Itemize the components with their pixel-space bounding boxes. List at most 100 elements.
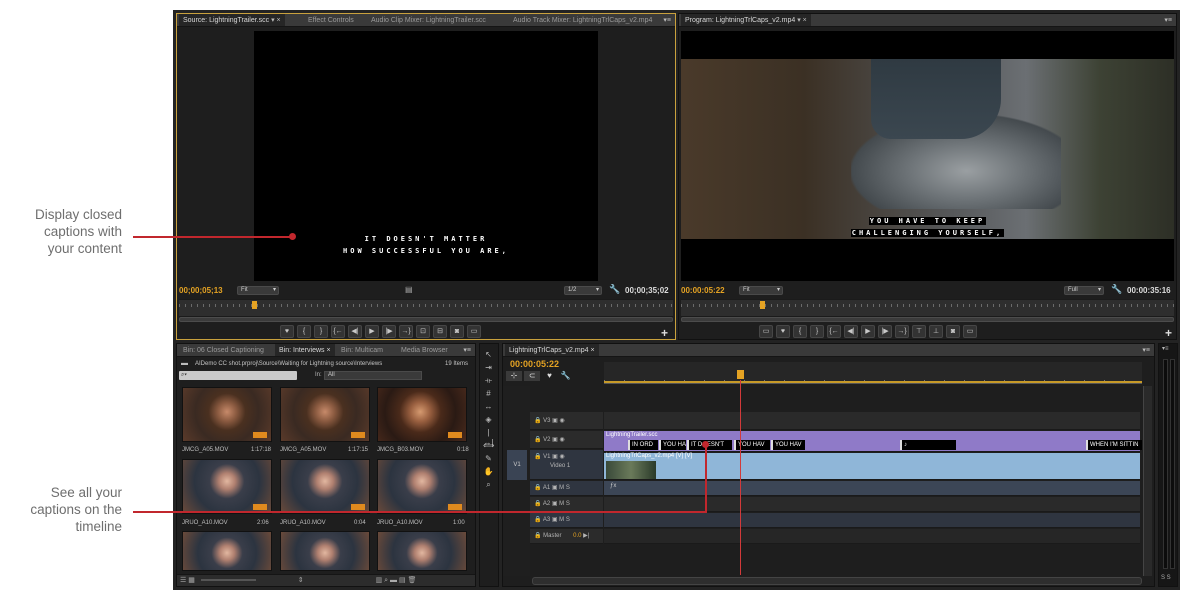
track-select-tool-icon[interactable]: ⇥ <box>483 363 494 373</box>
add-button-icon[interactable]: + <box>661 326 668 339</box>
go-to-out-icon[interactable]: →} <box>895 325 909 338</box>
playhead-icon[interactable] <box>760 301 765 309</box>
mark-out-icon[interactable]: } <box>314 325 328 338</box>
source-timecode[interactable]: 00;00;05;13 <box>179 286 223 295</box>
track-header-a2[interactable]: 🔒 A2 ▣ M S <box>530 497 603 512</box>
caption-block[interactable]: IT DOESN'T <box>687 440 732 450</box>
extract-icon[interactable]: ⊥ <box>929 325 943 338</box>
source-patch-v1[interactable]: V1 <box>507 450 527 480</box>
new-bin-icon[interactable]: ▬ <box>390 577 397 584</box>
clip-thumbnail[interactable] <box>280 531 370 571</box>
tab-media-browser[interactable]: Media Browser <box>397 344 452 356</box>
clip-thumbnail[interactable] <box>377 531 467 571</box>
insert-icon[interactable]: ⊡ <box>416 325 430 338</box>
track-v3[interactable] <box>604 412 1140 430</box>
sort-icon[interactable]: ⇕ <box>298 577 304 584</box>
work-area-bar[interactable] <box>604 381 1142 383</box>
new-item-icon[interactable]: ▤ <box>399 577 406 584</box>
icon-view-icon[interactable]: ▦ <box>188 577 195 584</box>
wrench-icon[interactable]: 🔧 <box>609 284 620 295</box>
track-header-master[interactable]: 🔒 Master 0.0 ▶| <box>530 529 603 544</box>
clip-thumbnail[interactable] <box>182 459 272 514</box>
program-timecode[interactable]: 00:00:05:22 <box>681 286 725 295</box>
tab-sequence[interactable]: LightningTrlCaps_v2.mp4 × <box>505 344 599 356</box>
step-forward-icon[interactable]: |▶ <box>878 325 892 338</box>
zoom-tool-icon[interactable]: ⌕ <box>483 480 494 490</box>
tab-bin-interviews[interactable]: Bin: Interviews × <box>275 344 335 356</box>
film-icon[interactable]: ▤ <box>405 285 413 294</box>
list-view-icon[interactable]: ☰ <box>180 577 186 584</box>
add-marker-icon[interactable]: ♥ <box>776 325 790 338</box>
camera-icon[interactable]: ◙ <box>946 325 960 338</box>
timeline-horizontal-scrollbar[interactable] <box>532 577 1142 585</box>
go-to-in-icon[interactable]: {← <box>331 325 345 338</box>
caption-block[interactable]: ♪ <box>900 440 956 450</box>
track-a1[interactable]: ƒx <box>604 481 1140 496</box>
clip-thumbnail[interactable] <box>280 387 370 442</box>
tab-audio-track-mixer[interactable]: Audio Track Mixer: LightningTrlCaps_v2.m… <box>509 14 656 26</box>
hand-tool-icon[interactable]: ✋ <box>483 467 494 477</box>
wrench-icon[interactable]: 🔧 <box>559 371 573 380</box>
track-header-v1[interactable]: 🔒 V1 ▣ ◉ Video 1 <box>530 450 603 480</box>
tab-bin-multicam[interactable]: Bin: Multicam <box>337 344 387 356</box>
playhead-icon[interactable] <box>737 370 744 379</box>
razor-tool-icon[interactable]: ◈ <box>483 415 494 425</box>
source-fit-dropdown[interactable]: Fit <box>237 286 279 295</box>
go-to-out-icon[interactable]: →} <box>399 325 413 338</box>
selection-tool-icon[interactable]: ↖ <box>483 350 494 360</box>
add-button-icon[interactable]: + <box>1165 326 1172 339</box>
panel-menu-icon[interactable]: ▾≡ <box>663 14 671 26</box>
caption-block[interactable]: IN ORD <box>628 440 658 450</box>
tab-audio-clip-mixer[interactable]: Audio Clip Mixer: LightningTrailer.scc <box>367 14 490 26</box>
panel-menu-icon[interactable]: ▾≡ <box>1142 344 1150 356</box>
caption-block[interactable]: YOU HA <box>659 440 686 450</box>
play-icon[interactable]: ▶ <box>365 325 379 338</box>
source-zoom-scrollbar[interactable] <box>179 317 673 322</box>
track-a3[interactable] <box>604 513 1140 528</box>
panel-menu-icon[interactable]: ▾≡ <box>463 344 471 356</box>
add-marker-icon[interactable]: ♥ <box>542 371 556 380</box>
camera-icon[interactable]: ◙ <box>450 325 464 338</box>
lift-icon[interactable]: ⊤ <box>912 325 926 338</box>
clip-thumbnail[interactable] <box>377 387 467 442</box>
track-master[interactable] <box>604 529 1140 544</box>
tab-source[interactable]: Source: LightningTrailer.scc ▾ × <box>179 14 285 26</box>
pen-tool-icon[interactable]: ✎ <box>483 454 494 464</box>
track-header-v3[interactable]: 🔒 V3 ▣ ◉ <box>530 412 603 430</box>
snap-icon[interactable]: ⊹ <box>506 371 522 381</box>
step-back-icon[interactable]: ◀| <box>348 325 362 338</box>
step-forward-icon[interactable]: |▶ <box>382 325 396 338</box>
wrench-icon[interactable]: 🔧 <box>1111 284 1122 295</box>
rate-stretch-tool-icon[interactable]: ↔ <box>483 402 494 412</box>
find-icon[interactable]: ⌕ <box>384 577 388 584</box>
safe-margins-icon[interactable]: ▭ <box>759 325 773 338</box>
clip-thumbnail[interactable] <box>377 459 467 514</box>
timeline-timecode[interactable]: 00:00:05:22 <box>510 359 559 369</box>
playhead-icon[interactable] <box>252 301 257 309</box>
overwrite-icon[interactable]: ⊟ <box>433 325 447 338</box>
source-resolution-dropdown[interactable]: 1/2 <box>564 286 602 295</box>
caption-settings-icon[interactable]: ▭ <box>963 325 977 338</box>
in-filter-dropdown[interactable]: All <box>324 371 422 380</box>
slide-tool-icon[interactable]: ⟺ <box>483 441 494 451</box>
caption-block[interactable]: YOU HAV <box>771 440 805 450</box>
track-header-v2[interactable]: 🔒 V2 ▣ ◉ <box>530 431 603 449</box>
tab-bin-closed-captioning[interactable]: Bin: 06 Closed Captioning <box>179 344 268 356</box>
step-back-icon[interactable]: ◀| <box>844 325 858 338</box>
play-icon[interactable]: ▶ <box>861 325 875 338</box>
program-zoom-scrollbar[interactable] <box>681 317 1174 322</box>
meters-menu-icon[interactable]: ▾≡ <box>1162 345 1169 352</box>
program-time-ruler[interactable] <box>681 299 1174 317</box>
automate-icon[interactable]: ▥ <box>376 577 383 584</box>
clip-thumbnail[interactable] <box>182 387 272 442</box>
tab-effect-controls[interactable]: Effect Controls <box>304 14 358 26</box>
trash-icon[interactable]: 🗑 <box>408 577 417 584</box>
timeline-vertical-scrollbar[interactable] <box>1143 386 1152 576</box>
rolling-edit-tool-icon[interactable]: # <box>483 389 494 399</box>
go-to-in-icon[interactable]: {← <box>827 325 841 338</box>
clip-thumbnail[interactable] <box>182 531 272 571</box>
panel-menu-icon[interactable]: ▾≡ <box>1164 14 1172 26</box>
mark-out-icon[interactable]: } <box>810 325 824 338</box>
program-fit-dropdown[interactable]: Fit <box>739 286 783 295</box>
add-marker-icon[interactable]: ♥ <box>280 325 294 338</box>
